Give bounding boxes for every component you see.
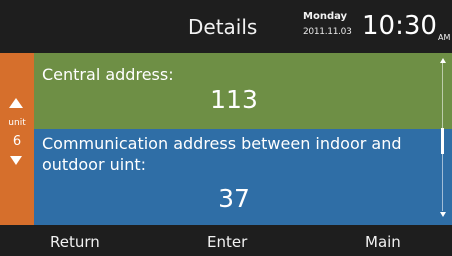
unit-number: 6 bbox=[12, 134, 22, 149]
communication-address-value: 37 bbox=[218, 184, 250, 213]
enter-button[interactable]: Enter bbox=[207, 233, 247, 251]
date-label: 2011.11.03 bbox=[303, 27, 352, 37]
central-address-label: Central address: bbox=[42, 65, 174, 84]
weekday-label: Monday bbox=[303, 11, 348, 22]
details-screen: Details Monday 2011.11.03 10:30 AM unit … bbox=[0, 0, 452, 256]
communication-address-label: Communication address between indoor and… bbox=[42, 134, 402, 174]
central-address-value: 113 bbox=[210, 85, 258, 114]
scrollbar-thumb[interactable] bbox=[441, 128, 444, 154]
unit-selector: unit 6 bbox=[0, 53, 34, 225]
page-title: Details bbox=[188, 15, 258, 39]
central-address-row[interactable]: Central address: 113 bbox=[34, 53, 452, 129]
clock-time: 10:30 bbox=[362, 11, 437, 41]
clock-ampm: AM bbox=[438, 33, 451, 42]
return-button[interactable]: Return bbox=[50, 233, 100, 251]
unit-down-icon[interactable] bbox=[10, 156, 22, 165]
header-bar: Details Monday 2011.11.03 10:30 AM bbox=[0, 0, 452, 53]
softkey-bar: Return Enter Main bbox=[0, 225, 452, 256]
unit-up-icon[interactable] bbox=[9, 98, 23, 108]
scroll-up-icon[interactable] bbox=[440, 58, 446, 63]
scroll-down-icon[interactable] bbox=[440, 212, 446, 217]
unit-label: unit bbox=[8, 118, 26, 128]
communication-address-row[interactable]: Communication address between indoor and… bbox=[34, 129, 452, 225]
main-button[interactable]: Main bbox=[365, 233, 401, 251]
